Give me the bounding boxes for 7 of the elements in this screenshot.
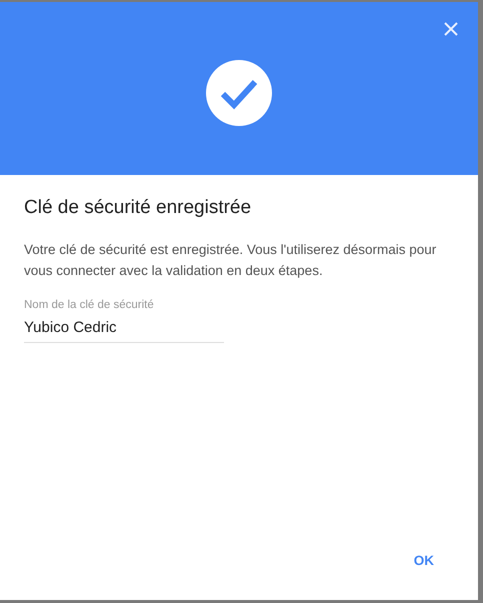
field-label: Nom de la clé de sécurité (24, 299, 154, 311)
close-icon[interactable] (444, 22, 458, 36)
dialog-title: Clé de sécurité enregistrée (24, 197, 252, 219)
checkmark-icon (206, 60, 272, 126)
input-field[interactable]: Yubico Cedric (24, 319, 224, 343)
ok-button[interactable]: OK (410, 549, 438, 572)
dialog-message: Votre clé de sécurité est enregistrée. Vous l'utiliserez désormais pour vous connecter avec la validation en deux étapes. (24, 241, 438, 280)
